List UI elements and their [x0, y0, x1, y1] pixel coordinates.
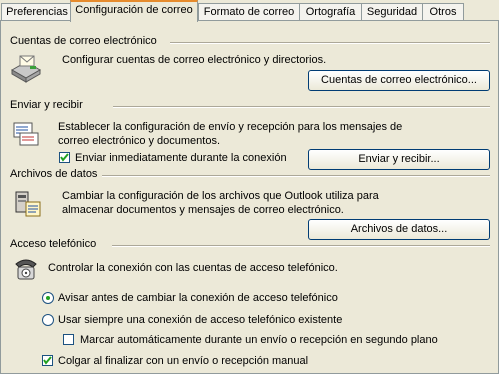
options-tab-strip: Preferencias Configuración de correo For… [0, 0, 499, 22]
accounts-button[interactable]: Cuentas de correo electrónico... [308, 70, 490, 91]
data-files-section-title: Archivos de datos [10, 168, 98, 180]
always-use-existing-label[interactable]: Usar siempre una conexión de acceso tele… [58, 313, 342, 327]
tab-configuracion-de-correo[interactable]: Configuración de correo [70, 0, 198, 22]
send-receive-icon [10, 119, 42, 151]
send-immediately-label[interactable]: Enviar inmediatamente durante la conexió… [75, 151, 287, 165]
tab-seguridad[interactable]: Seguridad [361, 3, 423, 20]
hang-up-checkbox[interactable] [42, 355, 53, 366]
radio-selected-dot [46, 296, 50, 300]
data-files-divider [102, 175, 490, 177]
accounts-description: Configurar cuentas de correo electrónico… [62, 54, 327, 66]
dialup-description: Controlar la conexión con las cuentas de… [48, 262, 338, 274]
auto-dial-label[interactable]: Marcar automáticamente durante un envío … [80, 333, 438, 347]
send-receive-section-title: Enviar y recibir [10, 99, 83, 111]
tab-preferencias[interactable]: Preferencias [1, 3, 73, 20]
send-receive-description: Establecer la configuración de envío y r… [58, 121, 403, 147]
tab-ortografia[interactable]: Ortografía [299, 3, 362, 20]
telephone-icon [10, 252, 42, 284]
hang-up-label[interactable]: Colgar al finalizar con un envío o recep… [58, 354, 308, 368]
tab-formato-de-correo[interactable]: Formato de correo [198, 3, 300, 20]
dialup-divider [112, 245, 490, 247]
warn-before-switch-radio[interactable] [42, 292, 54, 304]
auto-dial-checkbox[interactable] [63, 334, 74, 345]
data-files-button[interactable]: Archivos de datos... [308, 219, 490, 240]
accounts-section-title: Cuentas de correo electrónico [10, 35, 157, 47]
mail-server-icon [10, 52, 42, 84]
send-receive-button[interactable]: Enviar y recibir... [308, 149, 490, 170]
accounts-divider [170, 42, 490, 44]
warn-before-switch-label[interactable]: Avisar antes de cambiar la conexión de a… [58, 291, 338, 305]
send-receive-divider [113, 106, 490, 108]
data-file-icon [10, 188, 42, 220]
send-immediately-checkbox[interactable] [59, 152, 70, 163]
always-use-existing-radio[interactable] [42, 314, 54, 326]
data-files-description: Cambiar la configuración de los archivos… [62, 190, 379, 216]
tab-otros[interactable]: Otros [422, 3, 464, 20]
dialup-section-title: Acceso telefónico [10, 238, 97, 250]
